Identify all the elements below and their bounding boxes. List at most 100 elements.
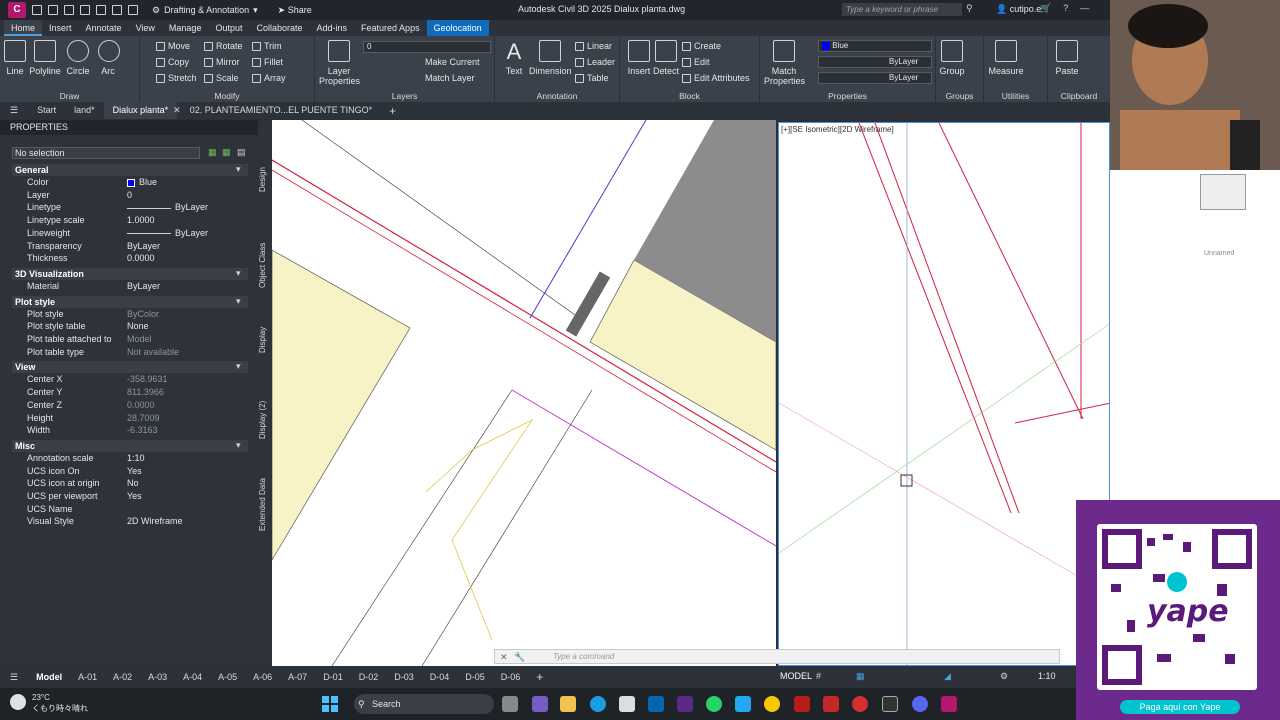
save-icon[interactable] — [64, 5, 74, 15]
store-icon[interactable] — [619, 696, 635, 712]
property-row[interactable]: UCS Name — [12, 504, 248, 517]
property-row[interactable]: Center Z 0.0000 — [12, 400, 248, 413]
property-row[interactable]: Width -6.3163 — [12, 425, 248, 438]
property-row[interactable]: UCS icon On Yes — [12, 466, 248, 479]
layout-tab-d-02[interactable]: D-02 — [351, 667, 387, 687]
command-line-input[interactable]: Type a command — [494, 649, 1060, 664]
discord-icon[interactable] — [912, 696, 928, 712]
task-view-icon[interactable] — [502, 696, 518, 712]
tab-geolocation[interactable]: Geolocation — [426, 20, 489, 36]
open-file-icon[interactable] — [48, 5, 58, 15]
save-as-icon[interactable] — [80, 5, 90, 15]
revit-icon[interactable] — [794, 696, 810, 712]
layout-menu-icon[interactable]: ☰ — [0, 672, 28, 683]
property-value[interactable]: Model — [127, 334, 152, 347]
property-row[interactable]: Material ByLayer — [12, 281, 248, 294]
property-value[interactable]: 28.7009 — [127, 413, 160, 426]
property-row[interactable]: Visual Style 2D Wireframe — [12, 516, 248, 529]
layout-tab-d-04[interactable]: D-04 — [422, 667, 458, 687]
property-row[interactable]: UCS icon at origin No — [12, 478, 248, 491]
copy-button[interactable]: Copy — [156, 57, 189, 67]
side-tab-design[interactable]: Design — [258, 160, 272, 200]
cart-icon[interactable]: 🛒 — [1040, 3, 1051, 14]
layout-tab-model[interactable]: Model — [28, 667, 70, 687]
property-row[interactable]: Linetype ByLayer — [12, 202, 248, 215]
tab-view[interactable]: View — [129, 20, 162, 36]
quick-select-icon[interactable]: ▦ — [208, 147, 217, 158]
lineweight-dropdown[interactable]: ByLayer — [818, 72, 932, 84]
color-dropdown[interactable]: Blue — [818, 40, 932, 52]
match-properties-button[interactable]: Match Properties — [764, 40, 805, 86]
whatsapp-icon[interactable] — [706, 696, 722, 712]
side-tab-display[interactable]: Display — [258, 320, 272, 360]
search-icon[interactable]: ⚲ — [966, 3, 973, 14]
layout-tab-d-05[interactable]: D-05 — [457, 667, 493, 687]
property-value[interactable]: ByLayer — [127, 228, 208, 241]
property-row[interactable]: Color Blue — [12, 177, 248, 190]
collapse-chevron-icon[interactable]: ▾ — [236, 361, 241, 372]
doc-tab-dialux-planta[interactable]: Dialux planta* — [103, 102, 178, 119]
make-current-button[interactable]: Make Current — [425, 57, 480, 67]
side-tab-extended-data[interactable]: Extended Data — [258, 470, 272, 540]
minimize-icon[interactable]: — — [1080, 3, 1089, 14]
tab-add-ins[interactable]: Add-ins — [310, 20, 355, 36]
property-row[interactable]: Transparency ByLayer — [12, 241, 248, 254]
layout-tab-a-04[interactable]: A-04 — [175, 667, 210, 687]
layout-tab-a-05[interactable]: A-05 — [210, 667, 245, 687]
vscode-icon[interactable] — [735, 696, 751, 712]
wrench-icon[interactable]: 🔧 — [514, 652, 525, 663]
edge-icon[interactable] — [590, 696, 606, 712]
property-value[interactable]: 0.0000 — [127, 253, 155, 266]
share-button[interactable]: ➤ Share — [278, 5, 312, 16]
property-row[interactable]: UCS per viewport Yes — [12, 491, 248, 504]
app-menu-button[interactable]: C — [8, 2, 26, 18]
recorder-icon[interactable] — [852, 696, 868, 712]
viewport-label[interactable]: [+][SE Isometric][2D Wireframe] — [781, 125, 894, 134]
property-section-header[interactable]: General — [12, 164, 248, 176]
acrobat-icon[interactable] — [823, 696, 839, 712]
group-button[interactable]: Group — [939, 40, 965, 76]
file-explorer-icon[interactable] — [560, 696, 576, 712]
layout-tab-a-06[interactable]: A-06 — [245, 667, 280, 687]
linear-button[interactable]: Linear — [575, 41, 612, 51]
tab-annotate[interactable]: Annotate — [79, 20, 129, 36]
scale-button[interactable]: Scale — [204, 73, 239, 83]
side-tab-object-class[interactable]: Object Class — [258, 230, 272, 300]
property-row[interactable]: Linetype scale 1.0000 — [12, 215, 248, 228]
polyline-button[interactable]: Polyline — [28, 40, 62, 76]
property-value[interactable]: 0.0000 — [127, 400, 155, 413]
close-icon[interactable]: ✕ — [500, 652, 508, 663]
layout-tab-d-01[interactable]: D-01 — [315, 667, 351, 687]
property-section-header[interactable]: View — [12, 361, 248, 374]
annotation-scale[interactable]: 1:10 — [1038, 671, 1056, 681]
viewcube-icon[interactable] — [1200, 174, 1246, 210]
print-icon[interactable] — [96, 5, 106, 15]
property-row[interactable]: Plot style table None — [12, 321, 248, 334]
property-value[interactable]: -358.9631 — [127, 374, 168, 387]
arc-button[interactable]: Arc — [98, 40, 120, 76]
layers-group-title[interactable]: Layers — [315, 91, 494, 101]
stretch-button[interactable]: Stretch — [156, 73, 197, 83]
edit-attributes-button[interactable]: Edit Attributes — [682, 73, 750, 83]
property-value[interactable]: Yes — [127, 466, 142, 479]
property-row[interactable]: Layer 0 — [12, 190, 248, 203]
detect-button[interactable]: Detect — [652, 40, 680, 76]
dimension-button[interactable]: Dimension — [529, 40, 572, 76]
new-tab-icon[interactable]: + — [381, 104, 404, 118]
tab-featured-apps[interactable]: Featured Apps — [354, 20, 427, 36]
property-value[interactable]: ByColor — [127, 309, 159, 322]
tab-home[interactable]: Home — [4, 20, 43, 36]
ortho-icon[interactable]: ◢ — [944, 671, 951, 682]
property-value[interactable]: ByLayer — [127, 241, 160, 254]
viewcube-label[interactable]: Unnamed — [1204, 250, 1234, 257]
property-row[interactable]: Lineweight ByLayer — [12, 228, 248, 241]
line-button[interactable]: Line — [4, 40, 26, 76]
property-value[interactable]: 1.0000 — [127, 215, 155, 228]
snap-mode-icon[interactable]: ▦ — [856, 671, 865, 682]
user-account[interactable]: 👤 cutipo.e — [996, 4, 1041, 15]
property-value[interactable]: ByLayer — [127, 202, 208, 215]
block-group-title[interactable]: Block — [620, 91, 759, 101]
layout-tab-d-03[interactable]: D-03 — [386, 667, 422, 687]
clipboard-group-title[interactable]: Clipboard — [1048, 91, 1110, 101]
weather-widget[interactable]: 23°C くもり時々晴れ — [10, 692, 88, 714]
